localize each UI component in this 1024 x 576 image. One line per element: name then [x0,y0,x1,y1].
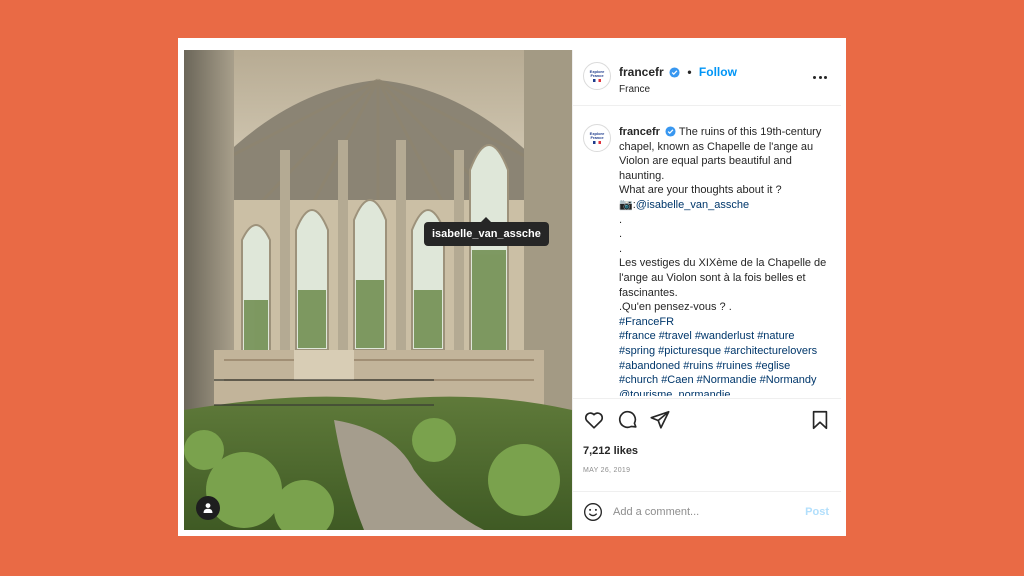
camera-icon: 📷 [619,198,633,211]
photo-credit-handle[interactable]: @isabelle_van_assche [636,199,749,211]
verified-badge-icon [669,67,680,78]
mention-line[interactable]: @tourisme_normandie [619,388,833,396]
comment-bar: Post [573,491,841,532]
tagged-users-button[interactable] [196,496,220,520]
post-details-panel: Explore France francefr • Follow France … [572,50,841,530]
caption-line: . [619,213,623,226]
avatar-text: Explore France [589,69,605,78]
more-options-icon[interactable] [813,70,827,84]
separator-dot: • [687,65,692,79]
caption-avatar[interactable]: Explore France [583,124,611,152]
post-photo[interactable]: isabelle_van_assche [184,50,572,530]
bookmark-icon[interactable] [809,409,831,431]
photo-tag-tooltip[interactable]: isabelle_van_assche [424,217,549,246]
heart-icon[interactable] [583,409,605,431]
post-header: Explore France francefr • Follow France [573,50,841,106]
comment-icon[interactable] [617,409,639,431]
french-flag-icon [593,141,601,144]
caption-line: .Qu'en pensez-vous ? . [619,301,732,314]
smiley-icon[interactable] [583,502,603,522]
follow-button[interactable]: Follow [699,65,737,79]
post-comment-button[interactable]: Post [805,506,829,518]
caption-line: What are your thoughts about it ? [619,184,782,197]
comment-input[interactable] [613,503,793,521]
hashtag-line[interactable]: #france #travel #wanderlust #nature [619,329,833,344]
likes-count[interactable]: 7,212 likes [583,445,638,457]
post-author-line: francefr • Follow [619,65,737,79]
hashtag-line[interactable]: #church #Caen #Normandie #Normandy [619,373,833,388]
caption-line: . [619,228,623,241]
avatar-text: Explore France [589,131,605,140]
verified-badge-icon [665,126,676,137]
caption-area: Explore France francefr The ruins of thi… [573,106,841,396]
hashtag-line[interactable]: #abandoned #ruins #ruines #eglise [619,359,833,374]
hashtag-line[interactable]: #FranceFR [619,315,833,330]
caption-line: . [619,242,623,255]
location-link[interactable]: France [619,84,650,95]
chapel-photo-illustration [184,50,572,530]
post-caption: francefr The ruins of this 19th-century … [619,125,833,396]
french-flag-icon [593,79,601,82]
avatar[interactable]: Explore France [583,62,611,90]
hashtag-line[interactable]: #spring #picturesque #architecturelovers [619,344,833,359]
username[interactable]: francefr [619,65,664,79]
instagram-post-card: isabelle_van_assche Explore France franc… [178,38,846,536]
photo-credit-line: 📷:@isabelle_van_assche [619,198,833,213]
post-actions: 7,212 likes MAY 26, 2019 Post [573,398,841,531]
paper-plane-icon[interactable] [649,409,671,431]
caption-line: Les vestiges du XIXème de la Chapelle de… [619,257,827,299]
caption-username[interactable]: francefr [619,126,660,138]
user-icon [203,503,213,513]
post-date: MAY 26, 2019 [583,467,631,474]
